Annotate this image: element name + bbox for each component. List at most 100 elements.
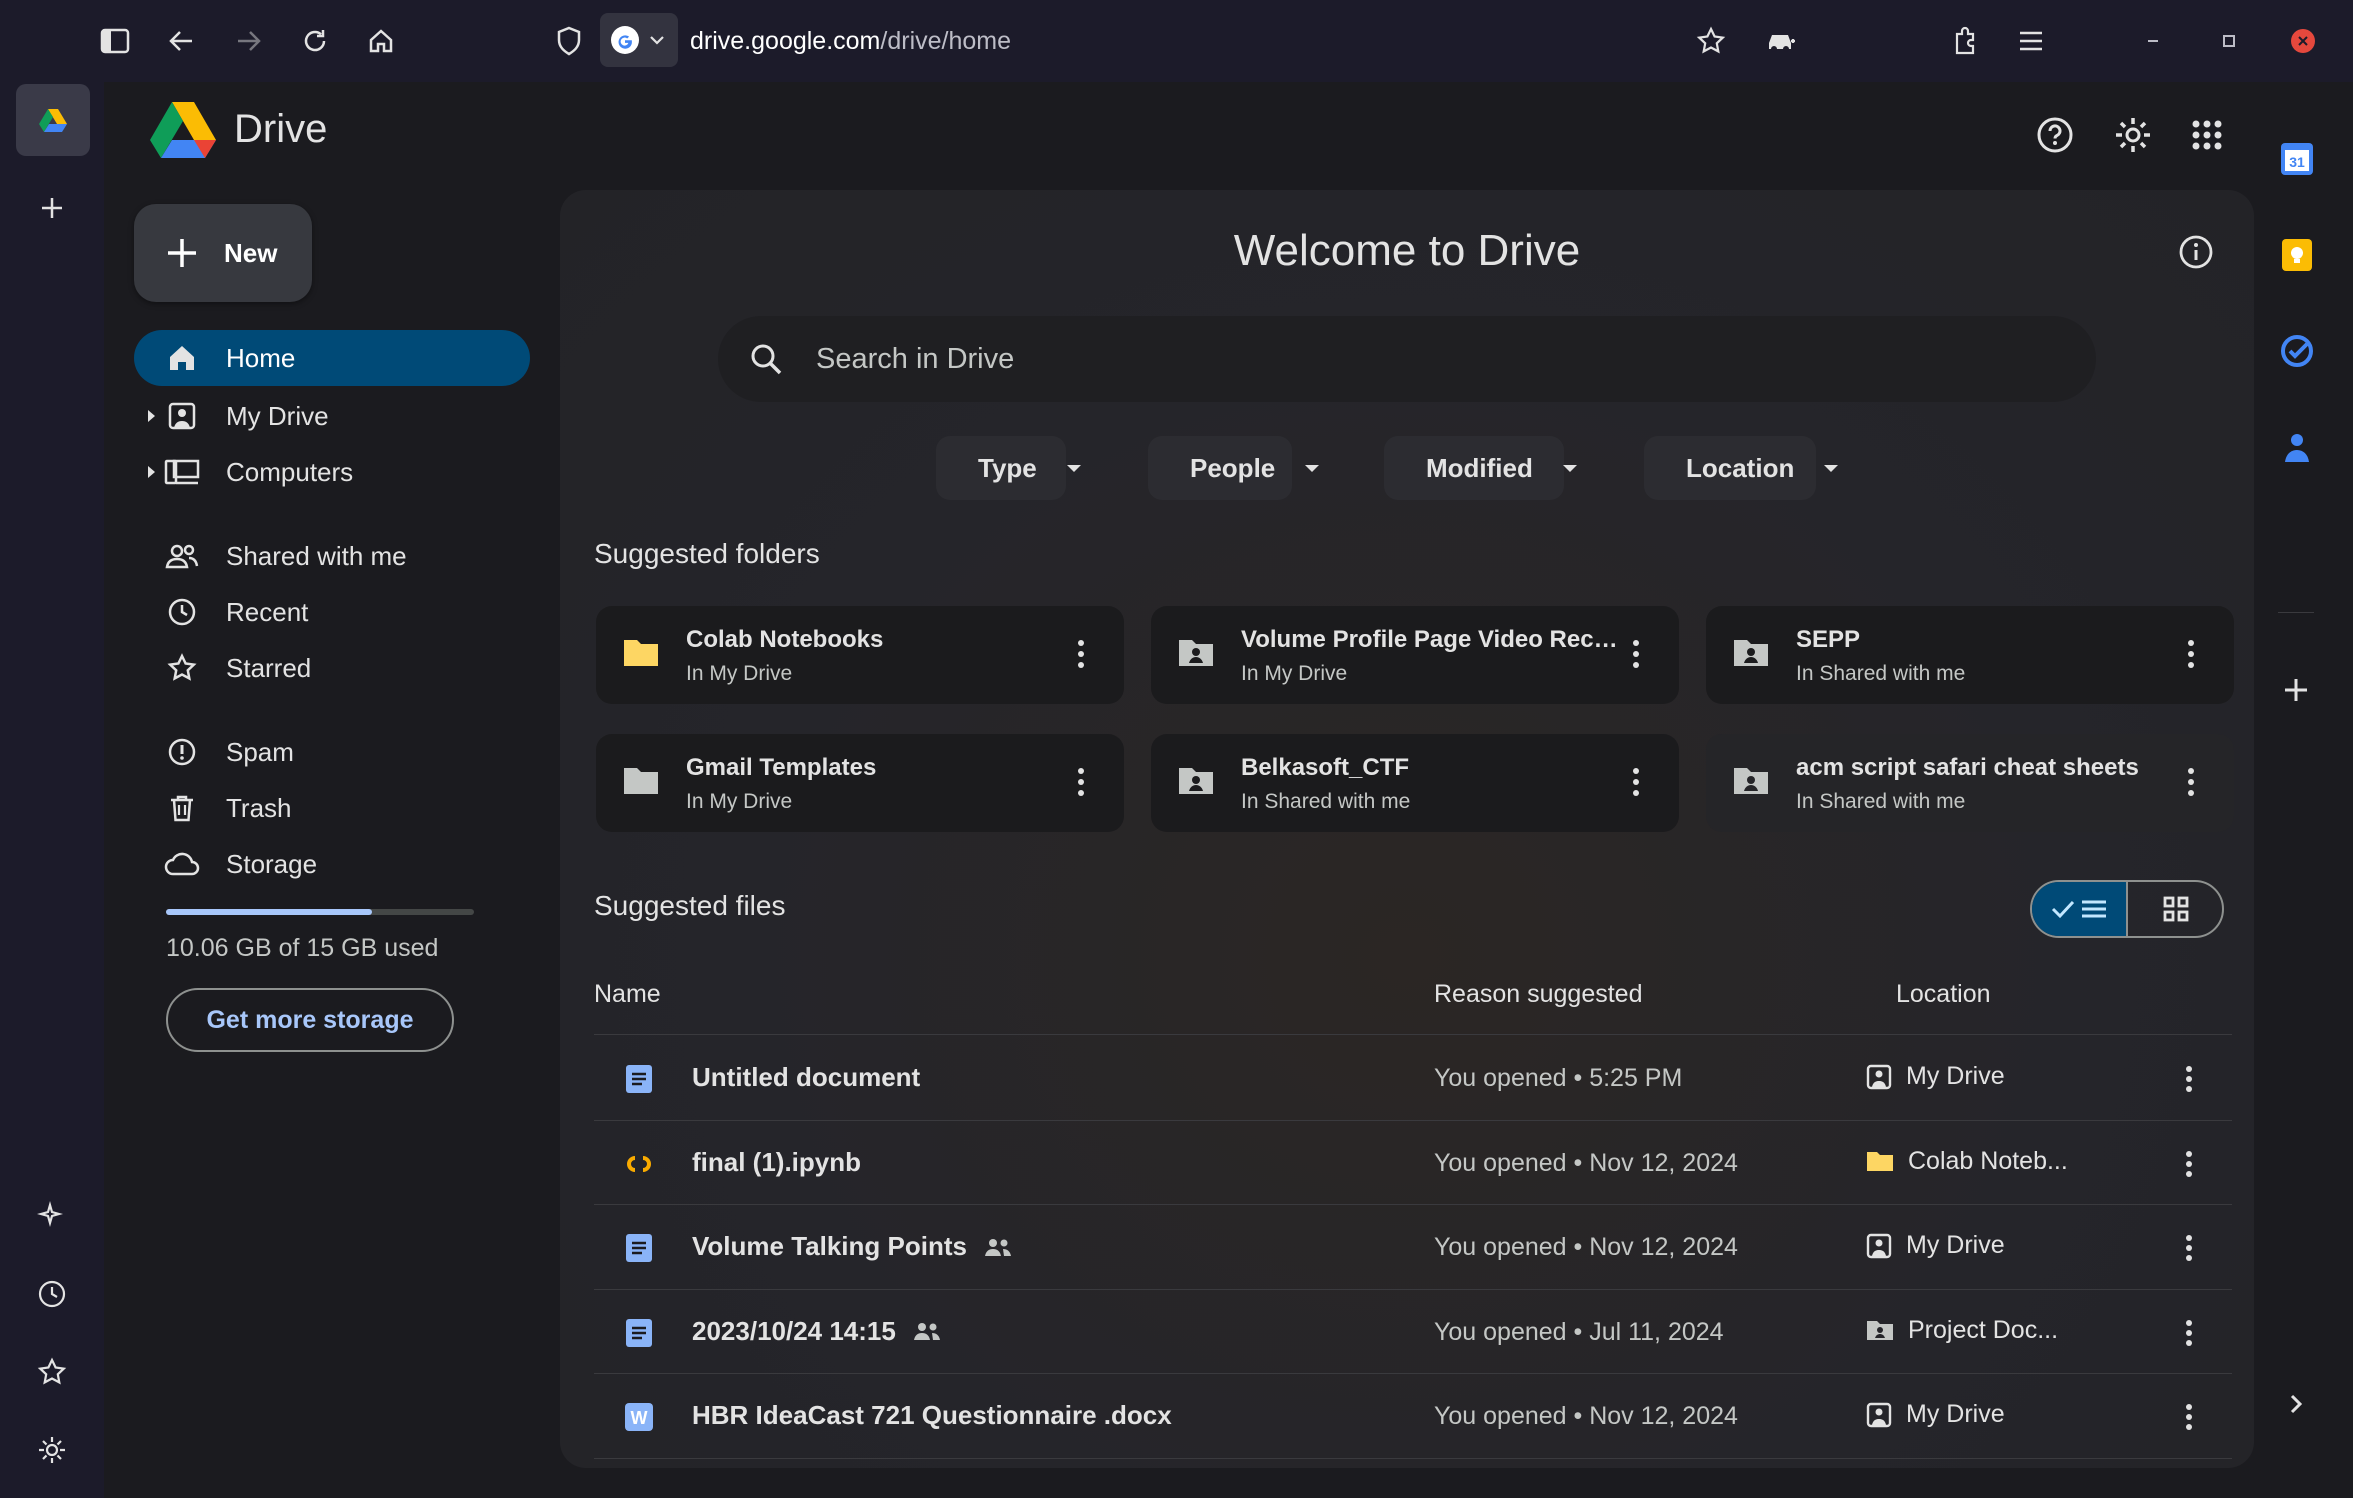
expand-panel-icon[interactable]	[2286, 1392, 2306, 1416]
history-icon[interactable]	[26, 1268, 78, 1320]
folder-card[interactable]: Colab Notebooks In My Drive	[596, 606, 1124, 704]
table-row[interactable]: final (1).ipynb You opened • Nov 12, 2024…	[594, 1121, 2232, 1205]
doc-file-icon	[624, 1318, 654, 1348]
drive-logo-icon	[150, 102, 216, 158]
expand-caret-icon[interactable]	[148, 410, 155, 422]
more-options-icon[interactable]	[2184, 1149, 2194, 1179]
more-options-icon[interactable]	[2186, 766, 2196, 798]
dropdown-caret-icon	[1824, 464, 1839, 472]
menu-icon[interactable]	[2008, 18, 2054, 64]
main-content: Welcome to Drive Search in Drive Type Pe…	[560, 190, 2254, 1468]
suggested-files-title: Suggested files	[594, 890, 786, 921]
bookmark-star-icon[interactable]	[1688, 18, 1734, 64]
nav-storage[interactable]: Storage	[134, 836, 530, 892]
back-icon[interactable]	[158, 18, 204, 64]
computers-icon	[164, 454, 200, 490]
contacts-app-icon[interactable]	[2278, 428, 2316, 466]
filter-type-chip[interactable]: Type	[936, 436, 1081, 500]
nav-computers[interactable]: Computers	[134, 444, 530, 500]
maximize-icon[interactable]	[2206, 18, 2252, 64]
add-icon[interactable]	[26, 182, 78, 234]
file-location[interactable]: Project Doc...	[1866, 1316, 2058, 1345]
bookmarks-icon[interactable]	[26, 1346, 78, 1398]
more-options-icon[interactable]	[2186, 638, 2196, 670]
view-toggle[interactable]	[2030, 880, 2224, 938]
keep-app-icon[interactable]	[2278, 236, 2316, 274]
apps-grid-icon[interactable]	[2182, 110, 2232, 160]
nav-spam[interactable]: Spam	[134, 724, 530, 780]
grid-icon	[2163, 896, 2189, 922]
google-icon	[611, 26, 639, 54]
file-name: final (1).ipynb	[692, 1147, 861, 1178]
search-bar[interactable]: Search in Drive	[718, 316, 2096, 402]
nav-shared[interactable]: Shared with me	[134, 528, 530, 584]
list-view-button[interactable]	[2032, 882, 2128, 936]
my-drive-icon	[164, 398, 200, 434]
nav-trash[interactable]: Trash	[134, 780, 530, 836]
more-options-icon[interactable]	[1076, 766, 1086, 798]
nav-recent[interactable]: Recent	[134, 584, 530, 640]
minimize-icon[interactable]	[2130, 18, 2176, 64]
table-row[interactable]: Volume Talking Points You opened • Nov 12…	[594, 1205, 2232, 1289]
folder-card[interactable]: SEPP In Shared with me	[1706, 606, 2234, 704]
folder-card[interactable]: acm script safari cheat sheets In Shared…	[1706, 734, 2234, 832]
close-window-icon[interactable]	[2280, 18, 2326, 64]
filter-modified-chip[interactable]: Modified	[1384, 436, 1577, 500]
filter-people-chip[interactable]: People	[1148, 436, 1320, 500]
file-name: Untitled document	[692, 1062, 920, 1093]
table-row[interactable]: W HBR IdeaCast 721 Questionnaire .docx You…	[594, 1374, 2232, 1458]
tasks-app-icon[interactable]	[2278, 332, 2316, 370]
file-location[interactable]: Colab Noteb...	[1866, 1147, 2068, 1176]
nav-spam-label: Spam	[226, 736, 294, 767]
file-location-text: Colab Noteb...	[1908, 1146, 2068, 1175]
search-engine-button[interactable]	[600, 13, 678, 67]
file-location[interactable]: My Drive	[1866, 1231, 2005, 1260]
nav-my-drive[interactable]: My Drive	[134, 388, 530, 444]
more-options-icon[interactable]	[1631, 638, 1641, 670]
more-options-icon[interactable]	[2184, 1233, 2194, 1263]
ai-sparkle-icon[interactable]	[26, 1190, 78, 1242]
home-icon[interactable]	[358, 18, 404, 64]
address-bar[interactable]: drive.google.com/drive/home	[600, 12, 1800, 70]
file-location[interactable]: My Drive	[1866, 1400, 2005, 1429]
drive-tab-tile[interactable]	[16, 84, 90, 156]
forward-icon[interactable]	[226, 18, 272, 64]
shared-folder-icon	[1866, 1318, 1894, 1342]
column-header-name[interactable]: Name	[594, 980, 661, 1009]
folder-card[interactable]: Gmail Templates In My Drive	[596, 734, 1124, 832]
table-row[interactable]: Untitled document You opened • 5:25 PM My …	[594, 1036, 2232, 1120]
extension-car-icon[interactable]	[1758, 18, 1804, 64]
app-title: Drive	[234, 106, 328, 151]
more-options-icon[interactable]	[2184, 1318, 2194, 1348]
get-more-storage-button[interactable]: Get more storage	[166, 988, 454, 1052]
folder-name: Belkasoft_CTF	[1241, 754, 1410, 781]
grid-view-button[interactable]	[2128, 882, 2222, 936]
calendar-app-icon[interactable]: 31	[2278, 140, 2316, 178]
info-icon[interactable]	[2178, 234, 2218, 274]
settings-gear-icon[interactable]	[2108, 110, 2158, 160]
extensions-icon[interactable]	[1942, 18, 1988, 64]
add-app-icon[interactable]	[2282, 676, 2310, 704]
folder-card[interactable]: Belkasoft_CTF In Shared with me	[1151, 734, 1679, 832]
browser-settings-icon[interactable]	[26, 1424, 78, 1476]
shield-icon[interactable]	[546, 18, 592, 64]
more-options-icon[interactable]	[1076, 638, 1086, 670]
table-row[interactable]: 2023/10/24 14:15 You opened • Jul 11, 202…	[594, 1290, 2232, 1374]
filter-location-chip[interactable]: Location	[1644, 436, 1839, 500]
nav-home[interactable]: Home	[134, 330, 530, 386]
nav-starred[interactable]: Starred	[134, 640, 530, 696]
folder-name: Colab Notebooks	[686, 626, 884, 653]
file-location[interactable]: My Drive	[1866, 1062, 2005, 1091]
search-input[interactable]: Search in Drive	[816, 343, 1014, 376]
drive-logo[interactable]: Drive	[150, 100, 327, 158]
sidebar-toggle-icon[interactable]	[92, 18, 138, 64]
folder-card[interactable]: Volume Profile Page Video Record... In M…	[1151, 606, 1679, 704]
new-button[interactable]: New	[134, 204, 312, 302]
more-options-icon[interactable]	[1631, 766, 1641, 798]
shared-folder-icon	[1177, 764, 1215, 796]
more-options-icon[interactable]	[2184, 1402, 2194, 1432]
expand-caret-icon[interactable]	[148, 466, 155, 478]
reload-icon[interactable]	[292, 18, 338, 64]
help-icon[interactable]	[2030, 110, 2080, 160]
more-options-icon[interactable]	[2184, 1064, 2194, 1094]
